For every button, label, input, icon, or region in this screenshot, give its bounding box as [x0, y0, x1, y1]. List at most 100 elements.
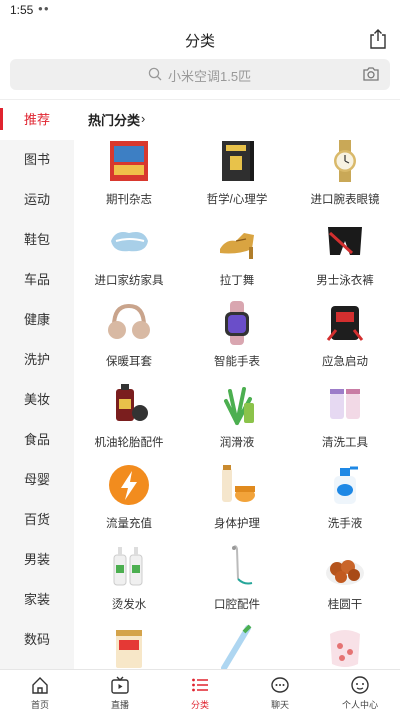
category-label: 清洗工具: [322, 437, 368, 449]
cleaning-cup-icon: [330, 389, 360, 419]
bottom-tab-bar: 首页 直播 分类 聊天 个人中心: [0, 669, 400, 711]
tab-label: 首页: [30, 700, 49, 710]
smartwatch-icon: [225, 301, 249, 345]
body-care-icon: [222, 465, 255, 502]
sidebar-item[interactable]: 健康: [0, 300, 74, 340]
category-label: 流量充值: [106, 518, 152, 530]
earmuff-icon: [108, 303, 150, 339]
tab-4[interactable]: 个人中心: [320, 670, 400, 711]
category-item[interactable]: 保暖耳套: [75, 300, 183, 380]
sidebar-item[interactable]: 母婴: [0, 460, 74, 500]
category-item[interactable]: 期刊杂志: [75, 138, 183, 218]
status-time: 1:55: [10, 3, 34, 17]
category-label: 应急启动: [322, 356, 368, 368]
category-label: 进口家纺家具: [94, 275, 164, 287]
live-tv-icon: [111, 676, 129, 694]
sidebar-item[interactable]: 运动: [0, 180, 74, 220]
category-label: 机油轮胎配件: [94, 437, 164, 449]
oral-irrigator-icon: [232, 545, 253, 585]
bib-icon: [330, 630, 360, 667]
category-item[interactable]: 洗手液: [291, 462, 399, 542]
dance-shoe-icon: [220, 233, 254, 259]
tab-label: 个人中心: [341, 700, 378, 710]
chat-icon: [271, 677, 289, 693]
tab-3[interactable]: 聊天: [240, 670, 320, 711]
sidebar-item[interactable]: 数码: [0, 620, 74, 660]
tab-label: 聊天: [270, 700, 289, 710]
chevron-right-icon[interactable]: ›: [141, 111, 145, 126]
camera-icon[interactable]: [362, 66, 380, 82]
page-title: 分类: [184, 33, 215, 50]
sidebar-item[interactable]: 美妆: [0, 380, 74, 420]
perm-bottle-icon: [113, 547, 143, 586]
sidebar-item[interactable]: 图书: [0, 140, 74, 180]
category-item[interactable]: 应急启动: [291, 300, 399, 380]
sidebar-item[interactable]: 家装: [0, 580, 74, 620]
sidebar-item[interactable]: 男装: [0, 540, 74, 580]
sidebar-item[interactable]: 百货: [0, 500, 74, 540]
tab-1[interactable]: 直播: [80, 670, 160, 711]
category-item[interactable]: 润滑液: [183, 381, 291, 461]
engine-oil-icon: [116, 384, 148, 421]
category-item[interactable]: 烫发水: [75, 543, 183, 623]
hand-soap-icon: [334, 466, 358, 504]
share-button[interactable]: [368, 28, 388, 50]
watch-icon: [334, 140, 356, 182]
category-label: 口腔配件: [214, 599, 260, 611]
category-item[interactable]: 口腔配件: [183, 543, 291, 623]
category-item[interactable]: 智能手表: [183, 300, 291, 380]
category-item[interactable]: 身体护理: [183, 462, 291, 542]
magazine-icon: [110, 141, 148, 181]
search-placeholder: 小米空调1.5匹: [168, 69, 252, 84]
category-label: 智能手表: [214, 356, 260, 368]
category-item[interactable]: 清洗工具: [291, 381, 399, 461]
list-icon: [192, 678, 208, 692]
category-sidebar: 推荐 图书 运动 鞋包 车品 健康 洗护 美妆 食品 母婴 百货 男装 家装 数码: [0, 100, 74, 669]
category-label: 洗手液: [327, 518, 363, 530]
sidebar-item[interactable]: 推荐: [0, 100, 74, 140]
sidebar-item[interactable]: 车品: [0, 260, 74, 300]
category-item[interactable]: 哲学/心理学: [183, 138, 291, 218]
toothbrush-icon: [221, 624, 252, 670]
category-label: 身体护理: [214, 518, 260, 530]
category-label: 期刊杂志: [106, 194, 152, 206]
category-item[interactable]: 桂圆干: [291, 543, 399, 623]
header: 分类: [0, 22, 400, 58]
tab-label: 分类: [190, 700, 209, 710]
search-bar[interactable]: 小米空调1.5匹: [10, 59, 390, 90]
aloe-gel-icon: [224, 387, 254, 425]
category-label: 哲学/心理学: [206, 194, 268, 206]
profile-icon: [351, 676, 369, 694]
home-icon: [32, 677, 48, 694]
swim-trunks-icon: [328, 227, 362, 255]
category-item[interactable]: 男士泳衣裤: [291, 219, 399, 299]
category-label: 进口腕表眼镜: [310, 194, 380, 206]
category-label: 烫发水: [111, 599, 147, 611]
jump-starter-icon: [326, 306, 364, 341]
pillow-icon: [111, 232, 148, 252]
section-title[interactable]: 热门分类: [88, 110, 140, 129]
tab-2[interactable]: 分类: [160, 670, 240, 711]
tab-label: 直播: [110, 700, 129, 710]
lightning-icon: [109, 465, 149, 505]
sidebar-item[interactable]: 食品: [0, 420, 74, 460]
category-label: 桂圆干: [327, 599, 363, 611]
category-item[interactable]: 流量充值: [75, 462, 183, 542]
category-label: 男士泳衣裤: [316, 275, 374, 287]
category-item[interactable]: 进口腕表眼镜: [291, 138, 399, 218]
category-label: 保暖耳套: [106, 356, 152, 368]
category-item[interactable]: 机油轮胎配件: [75, 381, 183, 461]
status-dots: ●●: [38, 4, 50, 13]
sidebar-item[interactable]: 鞋包: [0, 220, 74, 260]
status-bar: 1:55 ●●: [0, 0, 400, 22]
category-item[interactable]: 拉丁舞: [183, 219, 291, 299]
tab-0[interactable]: 首页: [0, 670, 80, 711]
longan-icon: [326, 560, 364, 585]
category-item[interactable]: 进口家纺家具: [75, 219, 183, 299]
category-label: 拉丁舞: [219, 275, 255, 287]
book-icon: [222, 141, 254, 181]
sidebar-item[interactable]: 洗护: [0, 340, 74, 380]
share-icon: [370, 29, 386, 49]
category-label: 润滑液: [219, 437, 255, 449]
search-icon: [148, 67, 162, 81]
